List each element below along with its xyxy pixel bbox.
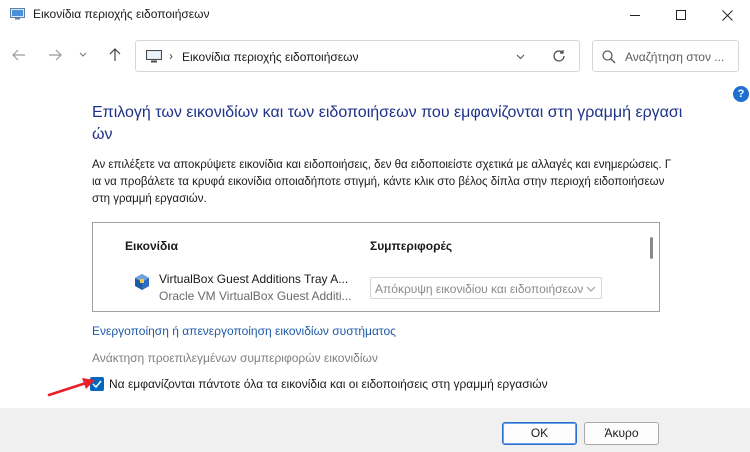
ok-button[interactable]: OK (502, 422, 577, 445)
refresh-button[interactable] (551, 48, 567, 64)
up-button[interactable] (104, 44, 126, 66)
icon-behavior-list[interactable]: Εικονίδια Συμπεριφορές VirtualBox Guest … (92, 222, 660, 312)
column-header-icons[interactable]: Εικονίδια (125, 239, 178, 253)
close-button[interactable] (704, 0, 750, 30)
window-title: Εικονίδια περιοχής ειδοποιήσεων (33, 7, 210, 21)
refresh-icon (553, 50, 565, 62)
behavior-selected-value: Απόκρυψη εικονιδίου και ειδοποιήσεων (375, 282, 583, 296)
recent-locations-button[interactable] (75, 44, 91, 66)
control-panel-icon (146, 50, 162, 63)
minimize-icon (629, 14, 640, 16)
title-bar: Εικονίδια περιοχής ειδοποιήσεων (0, 0, 750, 30)
app-name: VirtualBox Guest Additions Tray A... (159, 272, 349, 286)
forward-button[interactable] (44, 44, 66, 66)
chevron-down-icon (516, 54, 524, 60)
restore-defaults-link: Ανάκτηση προεπιλεγμένων συμπεριφορών εικ… (92, 351, 378, 365)
always-show-all-label[interactable]: Να εμφανίζονται πάντοτε όλα τα εικονίδια… (109, 377, 548, 391)
maximize-button[interactable] (658, 0, 704, 30)
search-input[interactable] (625, 47, 737, 67)
breadcrumb-current[interactable]: Εικονίδια περιοχής ειδοποιήσεων (182, 50, 359, 64)
page-description: Αν επιλέξετε να αποκρύψετε εικονίδια και… (92, 159, 672, 205)
app-publisher: Oracle VM VirtualBox Guest Additi... (159, 289, 352, 303)
system-icons-link[interactable]: Ενεργοποίηση ή απενεργοποίηση εικονιδίων… (92, 324, 396, 338)
arrow-up-icon (109, 48, 121, 61)
back-button[interactable] (8, 44, 30, 66)
search-icon (602, 50, 616, 64)
breadcrumb-separator: › (169, 49, 173, 63)
chevron-down-icon (586, 286, 596, 292)
search-box[interactable] (592, 40, 739, 72)
close-icon (721, 9, 733, 21)
annotation-arrow-icon (47, 378, 95, 397)
list-scrollbar[interactable] (650, 237, 653, 259)
help-button[interactable]: ? (733, 86, 749, 102)
virtualbox-icon (135, 274, 149, 290)
behavior-dropdown[interactable]: Απόκρυψη εικονιδίου και ειδοποιήσεων (370, 277, 602, 299)
address-bar[interactable]: › Εικονίδια περιοχής ειδοποιήσεων (135, 40, 580, 72)
dialog-footer: OK Άκυρο (0, 408, 750, 452)
maximize-icon (675, 9, 686, 20)
minimize-button[interactable] (612, 0, 658, 30)
control-panel-icon (10, 8, 25, 20)
column-header-behaviors[interactable]: Συμπεριφορές (370, 239, 452, 253)
arrow-right-icon (49, 49, 62, 61)
arrow-left-icon (12, 49, 25, 61)
address-history-button[interactable] (513, 50, 527, 64)
chevron-down-icon (79, 52, 87, 57)
cancel-button[interactable]: Άκυρο (584, 422, 659, 445)
navigation-bar: › Εικονίδια περιοχής ειδοποιήσεων (0, 36, 750, 76)
page-title: Επιλογή των εικονιδίων και των ειδοποιήσ… (92, 104, 683, 143)
